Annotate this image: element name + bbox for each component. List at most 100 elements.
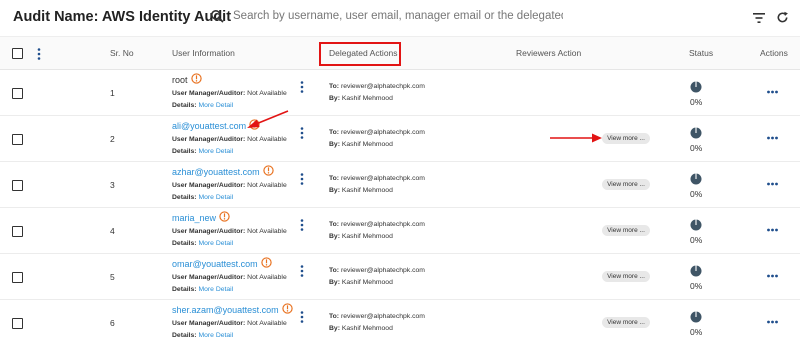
table-row: 5 omar@youattest.com User Manager/Audito… bbox=[0, 254, 800, 300]
info-icon[interactable] bbox=[260, 256, 272, 268]
kebab-icon[interactable] bbox=[300, 173, 304, 185]
status-percent: 0% bbox=[690, 189, 703, 199]
row-checkbox[interactable] bbox=[12, 180, 23, 191]
more-detail-link[interactable]: More Detail bbox=[198, 240, 233, 247]
user-name-text[interactable]: maria_new bbox=[172, 213, 216, 223]
user-manager: User Manager/Auditor: Not Available bbox=[172, 320, 287, 327]
to-label: To: bbox=[329, 221, 340, 228]
delegated-to: To: reviewer@alphatechpk.com bbox=[329, 221, 425, 228]
more-detail-link[interactable]: More Detail bbox=[198, 194, 233, 201]
table-row: 2 ali@youattest.com User Manager/Auditor… bbox=[0, 116, 800, 162]
more-horizontal-icon[interactable] bbox=[767, 90, 778, 94]
by-label: By: bbox=[329, 95, 340, 102]
details-label: Details: bbox=[172, 102, 197, 109]
page-title: Audit Name: AWS Identity Audit bbox=[13, 9, 232, 25]
user-name: azhar@youattest.com bbox=[172, 164, 274, 177]
filter-icon[interactable] bbox=[753, 13, 765, 23]
details-label: Details: bbox=[172, 240, 197, 247]
row-checkbox[interactable] bbox=[12, 318, 23, 329]
more-detail-link[interactable]: More Detail bbox=[198, 286, 233, 293]
delegated-by: By: Kashif Mehmood bbox=[329, 325, 393, 332]
kebab-icon[interactable] bbox=[300, 219, 304, 231]
delegated-by: By: Kashif Mehmood bbox=[329, 187, 393, 194]
user-name-text[interactable]: ali@youattest.com bbox=[172, 121, 246, 131]
user-name: sher.azam@youattest.com bbox=[172, 302, 293, 315]
select-all-checkbox[interactable] bbox=[12, 48, 23, 59]
user-name: omar@youattest.com bbox=[172, 256, 272, 269]
kebab-icon[interactable] bbox=[300, 81, 304, 93]
delegated-by-value: Kashif Mehmood bbox=[341, 187, 393, 194]
row-checkbox[interactable] bbox=[12, 272, 23, 283]
column-header-reviewers-action: Reviewers Action bbox=[516, 48, 582, 58]
info-icon[interactable] bbox=[282, 302, 293, 314]
delegated-to: To: reviewer@alphatechpk.com bbox=[329, 83, 425, 90]
row-checkbox[interactable] bbox=[12, 226, 23, 237]
manager-value: Not Available bbox=[247, 182, 287, 189]
delegated-by-value: Kashif Mehmood bbox=[341, 95, 393, 102]
details-label: Details: bbox=[172, 286, 197, 293]
row-checkbox[interactable] bbox=[12, 88, 23, 99]
info-icon[interactable] bbox=[190, 72, 202, 84]
view-more-button[interactable]: View more ... bbox=[602, 179, 650, 190]
sr-no: 3 bbox=[110, 180, 115, 190]
status-percent: 0% bbox=[690, 235, 703, 245]
sr-no: 1 bbox=[110, 88, 115, 98]
more-horizontal-icon[interactable] bbox=[767, 136, 778, 140]
more-detail-link[interactable]: More Detail bbox=[198, 102, 233, 109]
more-horizontal-icon[interactable] bbox=[767, 228, 778, 232]
by-label: By: bbox=[329, 279, 340, 286]
view-more-button[interactable]: View more ... bbox=[602, 133, 650, 144]
user-name-text[interactable]: root bbox=[172, 75, 188, 85]
details-label: Details: bbox=[172, 148, 197, 155]
status-percent: 0% bbox=[690, 97, 703, 107]
kebab-icon[interactable] bbox=[300, 265, 304, 277]
view-more-button[interactable]: View more ... bbox=[602, 317, 650, 328]
by-label: By: bbox=[329, 141, 340, 148]
delegated-to: To: reviewer@alphatechpk.com bbox=[329, 313, 425, 320]
user-manager: User Manager/Auditor: Not Available bbox=[172, 182, 287, 189]
column-header-sr-no: Sr. No bbox=[110, 48, 134, 58]
delegated-by: By: Kashif Mehmood bbox=[329, 141, 393, 148]
column-header-user-info: User Information bbox=[172, 48, 235, 58]
manager-label: User Manager/Auditor: bbox=[172, 320, 246, 327]
manager-label: User Manager/Auditor: bbox=[172, 274, 246, 281]
more-detail-link[interactable]: More Detail bbox=[198, 332, 233, 339]
view-more-button[interactable]: View more ... bbox=[602, 225, 650, 236]
more-detail-link[interactable]: More Detail bbox=[198, 148, 233, 155]
sr-no: 6 bbox=[110, 318, 115, 328]
status-pie-icon bbox=[690, 311, 702, 323]
top-bar: Audit Name: AWS Identity Audit bbox=[0, 0, 800, 37]
more-horizontal-icon[interactable] bbox=[767, 320, 778, 324]
search-input[interactable] bbox=[233, 10, 563, 22]
user-details: Details: More Detail bbox=[172, 148, 233, 155]
manager-value: Not Available bbox=[247, 228, 287, 235]
kebab-icon[interactable] bbox=[300, 127, 304, 139]
user-name: maria_new bbox=[172, 210, 230, 223]
more-horizontal-icon[interactable] bbox=[767, 274, 778, 278]
refresh-icon[interactable] bbox=[776, 11, 789, 24]
delegated-to-value: reviewer@alphatechpk.com bbox=[340, 175, 425, 182]
info-icon[interactable] bbox=[249, 118, 260, 130]
user-details: Details: More Detail bbox=[172, 286, 233, 293]
info-icon[interactable] bbox=[263, 164, 274, 176]
view-more-button[interactable]: View more ... bbox=[602, 271, 650, 282]
user-name-text[interactable]: azhar@youattest.com bbox=[172, 167, 260, 177]
status-percent: 0% bbox=[690, 143, 703, 153]
user-manager: User Manager/Auditor: Not Available bbox=[172, 228, 287, 235]
info-icon[interactable] bbox=[219, 210, 230, 222]
manager-label: User Manager/Auditor: bbox=[172, 182, 246, 189]
user-name-text[interactable]: sher.azam@youattest.com bbox=[172, 305, 279, 315]
more-horizontal-icon[interactable] bbox=[767, 182, 778, 186]
table-row: 1 root User Manager/Auditor: Not Availab… bbox=[0, 70, 800, 116]
user-name-text[interactable]: omar@youattest.com bbox=[172, 259, 258, 269]
details-label: Details: bbox=[172, 194, 197, 201]
delegated-to-value: reviewer@alphatechpk.com bbox=[340, 313, 425, 320]
kebab-icon[interactable] bbox=[300, 311, 304, 323]
delegated-to: To: reviewer@alphatechpk.com bbox=[329, 267, 425, 274]
row-checkbox[interactable] bbox=[12, 134, 23, 145]
delegated-by: By: Kashif Mehmood bbox=[329, 233, 393, 240]
search-bar[interactable] bbox=[210, 9, 563, 23]
manager-label: User Manager/Auditor: bbox=[172, 90, 246, 97]
delegated-to: To: reviewer@alphatechpk.com bbox=[329, 175, 425, 182]
kebab-icon[interactable] bbox=[37, 48, 41, 60]
